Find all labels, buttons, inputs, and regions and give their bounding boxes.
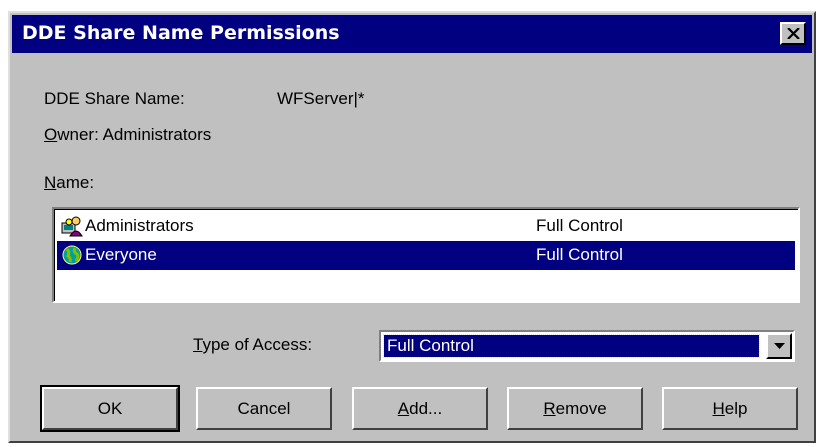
name-list-label: Name:: [44, 173, 95, 192]
list-item-name: Administrators: [85, 216, 194, 235]
cancel-button[interactable]: Cancel: [196, 387, 332, 430]
remove-button[interactable]: Remove: [507, 387, 643, 430]
title-bar[interactable]: DDE Share Name Permissions: [12, 15, 812, 53]
owner-label: Owner: Administrators: [44, 125, 212, 144]
help-button[interactable]: Help: [662, 387, 798, 430]
permissions-dialog: DDE Share Name Permissions DDE Share Nam…: [8, 11, 816, 443]
list-item-access: Full Control: [536, 216, 623, 235]
globe-icon: [62, 245, 82, 265]
close-x-icon: [787, 28, 800, 39]
type-of-access-select[interactable]: Full Control: [379, 330, 795, 362]
type-of-access-label: Type of Access:: [193, 335, 313, 354]
type-of-access-value: Full Control: [383, 334, 760, 358]
add-button[interactable]: Add...: [352, 387, 488, 430]
list-item-everyone[interactable]: Everyone Full Control: [57, 241, 795, 270]
list-item-access: Full Control: [536, 245, 623, 264]
name-listbox[interactable]: Administrators Full Control Everyone Ful…: [52, 207, 800, 303]
share-name-value: WFServer|*: [277, 89, 365, 108]
user-group-icon: [61, 216, 83, 237]
share-name-label: DDE Share Name:: [44, 89, 185, 108]
chevron-down-icon: [774, 343, 785, 349]
list-item-administrators[interactable]: Administrators Full Control: [57, 212, 795, 241]
list-item-name: Everyone: [85, 245, 157, 264]
window-title: DDE Share Name Permissions: [22, 22, 340, 44]
close-button[interactable]: [780, 22, 806, 45]
dropdown-button[interactable]: [766, 333, 792, 359]
ok-button[interactable]: OK: [40, 385, 180, 432]
